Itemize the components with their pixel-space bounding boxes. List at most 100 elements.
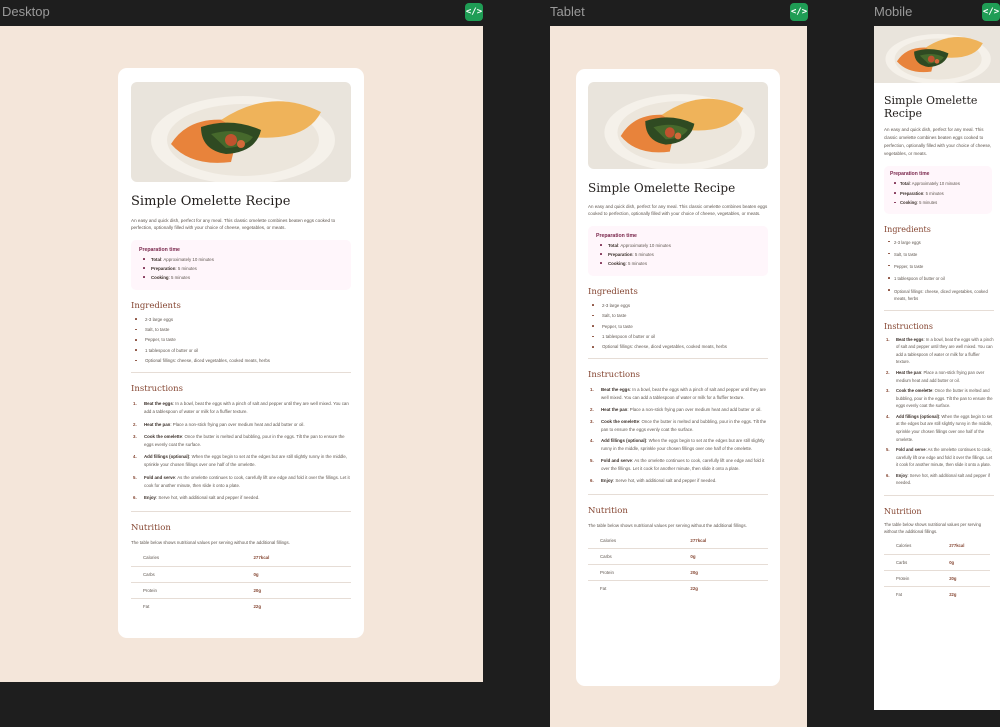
list-item: Add fillings (optional): When the eggs b… [886, 413, 993, 442]
nutrition-title: Nutrition [588, 505, 628, 516]
table-row: Protein 20g [588, 564, 768, 582]
instructions-list: Beat the eggs: In a bowl, beat the eggs … [131, 400, 351, 502]
divider [588, 493, 768, 495]
list-item: 1 tablespoon of butter or oil [131, 348, 351, 353]
list-item: Salt, to taste [884, 251, 994, 258]
table-row: Protein 20g [884, 570, 990, 587]
prep-item: Cooking: 5 minutes [890, 200, 986, 207]
list-item: Fold and serve: As the omelette continue… [590, 457, 765, 471]
list-item: Cook the omelette: Once the butter is me… [590, 418, 767, 432]
code-icon[interactable]: </> [465, 3, 483, 21]
prep-item: Total: Approximately 10 minutes [596, 243, 760, 248]
list-item: Salt, to taste [131, 327, 351, 332]
list-item: Enjoy: Serve hot, with additional salt a… [886, 472, 990, 486]
table-row: Calories 277kcal [131, 550, 351, 567]
list-item: Cook the omelette: Once the butter is me… [133, 433, 345, 447]
list-item: Beat the eggs: In a bowl, beat the eggs … [590, 386, 766, 401]
frame-label-tablet: Tablet [550, 4, 585, 19]
list-item: Heat the pan: Place a non-stick frying p… [590, 406, 762, 414]
list-item: Heat the pan: Place a non-stick frying p… [133, 421, 305, 429]
ingredients-title: Ingredients [131, 300, 181, 311]
mobile-preview: Simple Omelette Recipe An easy and quick… [874, 26, 1000, 710]
code-icon[interactable]: </> [982, 3, 1000, 21]
recipe-title: Simple Omelette Recipe [131, 194, 291, 209]
tablet-preview: Simple Omelette Recipe An easy and quick… [550, 26, 807, 727]
nutrition-intro: The table below shows nutritional values… [588, 522, 747, 528]
nutrition-title: Nutrition [884, 506, 922, 516]
nutrition-table: Calories 277kcal Carbs 0g Protein 20g Fat 22… [131, 550, 351, 614]
prep-item: Preparation: 5 minutes [890, 191, 986, 198]
instructions-list: Beat the eggs: In a bowl, beat the eggs … [588, 386, 768, 484]
list-item: Optional fillings: cheese, diced vegetab… [588, 344, 768, 349]
preparation-title: Preparation time [890, 170, 930, 177]
nutrition-table: Calories 277kcal Carbs 0g Protein 20g Fat 22… [588, 532, 768, 597]
list-item: 2-3 large eggs [884, 239, 994, 246]
list-item: Fold and serve: As the omelette continue… [133, 474, 350, 488]
instructions-title: Instructions [588, 370, 640, 381]
table-row: Carbs 0g [131, 566, 351, 583]
list-item: Add fillings (optional): When the eggs b… [133, 453, 348, 468]
list-item: Optional fillings: cheese, diced vegetab… [131, 358, 351, 363]
list-item: Salt, to taste [588, 313, 768, 318]
recipe-card: Simple Omelette Recipe An easy and quick… [576, 69, 780, 686]
preparation-box: Preparation time Total: Approximately 10… [588, 225, 768, 276]
divider [131, 510, 351, 512]
omelette-image [874, 26, 1000, 83]
recipe-intro: An easy and quick dish, perfect for any … [884, 127, 992, 156]
preparation-title: Preparation time [596, 232, 637, 239]
ingredients-list: 2-3 large eggs Salt, to taste Pepper, to… [131, 317, 351, 363]
list-item: 1 tablespoon of butter or oil [588, 334, 768, 339]
list-item: Add fillings (optional): When the eggs b… [590, 437, 765, 452]
divider [884, 309, 994, 311]
preparation-box: Preparation time Total: Approximately 10… [131, 239, 351, 290]
prep-item: Preparation: 5 minutes [139, 266, 343, 271]
table-row: Fat 22g [600, 586, 698, 592]
list-item: Enjoy: Serve hot, with additional salt a… [133, 494, 260, 502]
instructions-title: Instructions [131, 384, 183, 395]
preparation-title: Preparation time [139, 246, 180, 253]
list-item: Beat the eggs: In a bowl, beat the eggs … [886, 336, 994, 365]
frame-label-mobile: Mobile [874, 4, 913, 19]
list-item: Fold and serve: As the omelette continue… [886, 446, 993, 468]
recipe-intro: An easy and quick dish, perfect for any … [131, 218, 336, 231]
omelette-image [131, 82, 351, 182]
list-item: 2-3 large eggs [131, 317, 351, 322]
list-item: 1 tablespoon of butter or oil [884, 275, 994, 282]
instructions-list: Beat the eggs: In a bowl, beat the eggs … [884, 336, 1000, 487]
preparation-box: Preparation time Total: Approximately 10… [884, 165, 992, 214]
code-icon[interactable]: </> [790, 3, 808, 21]
list-item: Cook the omelette: Once the butter is me… [886, 387, 993, 409]
divider [884, 494, 994, 496]
nutrition-table: Calories 277kcal Carbs 0g Protein 20g Fat 22… [884, 538, 990, 602]
table-row: Carbs 0g [588, 548, 768, 566]
recipe-intro: An easy and quick dish, perfect for any … [588, 204, 768, 217]
instructions-title: Instructions [884, 321, 933, 331]
prep-item: Cooking: 5 minutes [596, 261, 760, 266]
omelette-image [588, 82, 768, 169]
nutrition-intro: The table below shows nutritional values… [131, 539, 290, 545]
recipe-title: Simple Omelette Recipe [884, 94, 978, 120]
prep-item: Cooking: 5 minutes [139, 275, 343, 280]
list-item: Beat the eggs: In a bowl, beat the eggs … [133, 400, 349, 415]
table-row: Protein 20g [131, 582, 351, 599]
list-item: Pepper, to taste [884, 263, 994, 270]
table-row: Calories 277kcal [588, 532, 768, 550]
prep-item: Preparation: 5 minutes [596, 252, 760, 257]
table-row: Calories 277kcal [884, 538, 990, 555]
desktop-preview: Simple Omelette Recipe An easy and quick… [0, 26, 483, 682]
divider [131, 372, 351, 374]
nutrition-title: Nutrition [131, 522, 171, 533]
recipe-title: Simple Omelette Recipe [588, 181, 736, 195]
nutrition-intro: The table below shows nutritional values… [884, 521, 982, 535]
recipe-card: Simple Omelette Recipe An easy and quick… [874, 26, 1000, 710]
table-row: Fat 22g [896, 591, 957, 597]
ingredients-title: Ingredients [884, 224, 931, 234]
list-item: Pepper, to taste [131, 337, 351, 342]
list-item: 2-3 large eggs [588, 303, 768, 308]
list-item: Pepper, to taste [588, 324, 768, 329]
list-item: Enjoy: Serve hot, with additional salt a… [590, 477, 717, 485]
ingredients-list: 2-3 large eggs Salt, to taste Pepper, to… [884, 239, 1000, 302]
frame-label-desktop: Desktop [2, 4, 50, 19]
list-item: Optional fillings: cheese, diced vegetab… [884, 288, 994, 302]
recipe-card: Simple Omelette Recipe An easy and quick… [118, 68, 364, 638]
